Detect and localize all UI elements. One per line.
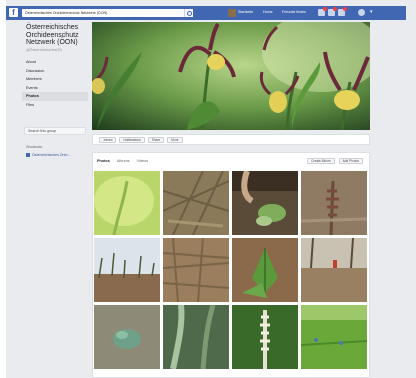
dropdown-icon[interactable]: ▾ (370, 9, 377, 16)
top-navigation-bar: f Österreichisches Orchideenschutz Netzw… (6, 6, 406, 20)
nav-item-files[interactable]: Files (22, 101, 88, 110)
profile-avatar[interactable] (228, 9, 236, 17)
shortcut-label: Österreichisches Orch... (32, 153, 71, 157)
photo-thumbnail[interactable] (301, 238, 367, 302)
nav-item-discussion[interactable]: Discussion (22, 67, 88, 76)
notifications-icon[interactable] (338, 7, 347, 16)
page-title[interactable]: Österreichisches Orchideenschutz Netzwer… (26, 24, 86, 47)
search-input[interactable]: Österreichisches Orchideenschutz Netzwer… (22, 9, 192, 17)
help-icon[interactable] (358, 9, 365, 16)
cover-photo[interactable] (92, 22, 370, 130)
photo-thumbnail[interactable] (163, 171, 229, 235)
share-button[interactable]: Share (147, 136, 165, 143)
notifications-button[interactable]: Notifications (119, 136, 145, 143)
photo-thumbnail[interactable] (232, 305, 298, 369)
photos-panel: Photos Albums Videos Create Album Add Ph… (92, 152, 370, 378)
topbar-link-home[interactable]: Home (263, 10, 273, 14)
tab-photos[interactable]: Photos (97, 159, 110, 163)
topbar-link-profile[interactable]: Startseite (238, 10, 253, 14)
page-navigation: About Discussion Members Events Photos F… (22, 58, 88, 109)
photo-thumbnail[interactable] (163, 305, 229, 369)
notification-badge (343, 7, 347, 11)
messages-icon[interactable] (328, 7, 337, 16)
photo-thumbnail[interactable] (163, 238, 229, 302)
friends-icon[interactable] (318, 7, 327, 16)
tab-videos[interactable]: Videos (137, 159, 149, 163)
photo-thumbnail[interactable] (232, 171, 298, 235)
photo-actions: Create Album Add Photos (307, 158, 363, 164)
joined-button[interactable]: Joined (99, 136, 117, 143)
photo-thumbnail[interactable] (94, 305, 160, 369)
photo-thumbnail[interactable] (232, 238, 298, 302)
photo-grid (93, 171, 371, 369)
nav-item-events[interactable]: Events (22, 84, 88, 93)
add-photos-button[interactable]: Add Photos (338, 158, 363, 164)
group-icon (26, 153, 30, 157)
nav-item-about[interactable]: About (22, 58, 88, 67)
nav-item-photos[interactable]: Photos (22, 92, 88, 101)
group-action-bar: Joined Notifications Share More (92, 134, 370, 145)
photo-thumbnail[interactable] (301, 171, 367, 235)
nav-item-members[interactable]: Members (22, 75, 88, 84)
search-group-input[interactable]: Search this group (24, 127, 86, 135)
more-button[interactable]: More (167, 136, 183, 143)
cover-photo-image (92, 22, 370, 130)
photos-tabs: Photos Albums Videos (97, 159, 148, 163)
photo-thumbnail[interactable] (301, 305, 367, 369)
topbar-link-find-friends[interactable]: Freunde finden (282, 10, 306, 14)
facebook-logo-icon[interactable]: f (9, 8, 18, 17)
shortcut-item[interactable]: Österreichisches Orch... (26, 153, 71, 157)
tab-albums[interactable]: Albums (117, 159, 130, 163)
search-icon[interactable] (184, 9, 193, 17)
create-album-button[interactable]: Create Album (307, 158, 335, 164)
window-edge (0, 0, 6, 378)
notification-badge (323, 7, 327, 11)
shortcuts-heading: Shortcuts (26, 145, 43, 149)
photo-thumbnail[interactable] (94, 238, 160, 302)
notification-badge (333, 7, 337, 11)
page-handle[interactable]: @ÖsterreichischesON (26, 48, 62, 52)
photo-thumbnail[interactable] (94, 171, 160, 235)
